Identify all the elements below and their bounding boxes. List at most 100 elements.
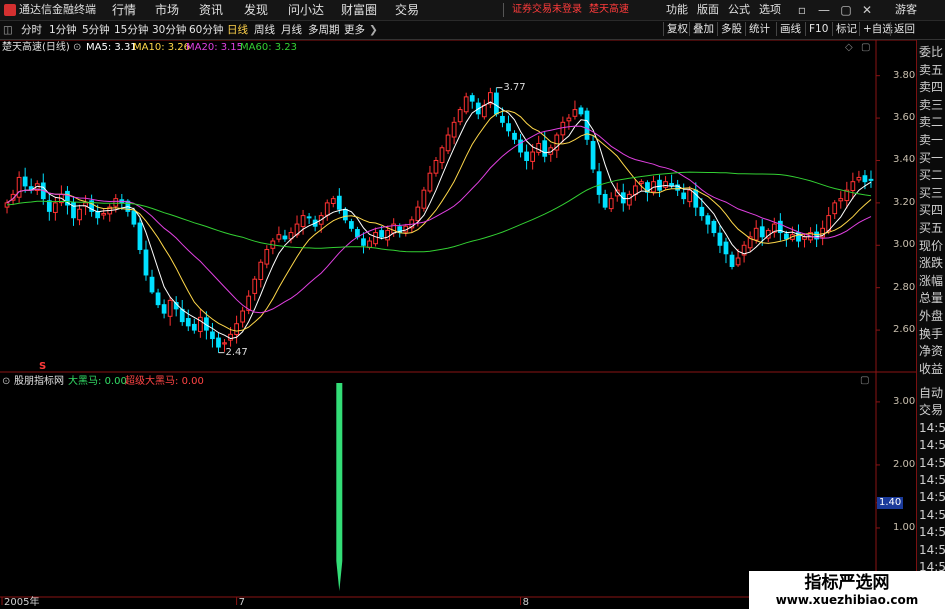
candle[interactable] xyxy=(349,218,354,232)
candle[interactable] xyxy=(802,233,807,248)
candle[interactable] xyxy=(711,219,717,237)
candle[interactable] xyxy=(632,179,638,201)
candle[interactable] xyxy=(210,322,215,348)
candle[interactable] xyxy=(868,170,874,188)
tab-period-30min[interactable]: 30分钟 xyxy=(152,23,186,37)
candle[interactable] xyxy=(167,296,173,326)
candle[interactable] xyxy=(814,224,819,248)
candle[interactable] xyxy=(22,167,28,193)
candle[interactable] xyxy=(512,130,517,145)
candle[interactable] xyxy=(246,290,252,315)
candle[interactable] xyxy=(548,144,554,162)
candle[interactable] xyxy=(771,217,777,238)
tab-period-60min[interactable]: 60分钟 xyxy=(189,23,223,37)
candle[interactable] xyxy=(796,224,801,248)
tab-period-15min[interactable]: 15分钟 xyxy=(114,23,148,37)
candle[interactable] xyxy=(681,183,687,205)
candle[interactable] xyxy=(536,135,542,156)
indicator-settings-icon[interactable]: ⊙ xyxy=(2,376,10,388)
button-overlay[interactable]: 叠加 xyxy=(689,22,714,36)
candle[interactable] xyxy=(155,288,161,308)
candle[interactable] xyxy=(107,203,113,222)
candle[interactable] xyxy=(469,92,475,109)
menu-formula[interactable]: 公式 xyxy=(728,3,750,17)
candle[interactable] xyxy=(306,213,312,224)
maximize-icon[interactable]: ▢ xyxy=(839,2,853,18)
candle[interactable] xyxy=(101,208,107,220)
candle[interactable] xyxy=(705,212,711,234)
restore-icon[interactable]: ▫ xyxy=(795,2,809,18)
auto-trade-label[interactable]: 交易 xyxy=(919,402,945,418)
candle[interactable] xyxy=(457,106,463,126)
sidebar-toggle-icon[interactable]: ◫ xyxy=(3,23,13,37)
candle[interactable] xyxy=(161,299,167,319)
candle[interactable] xyxy=(777,213,783,241)
menu-item-news[interactable]: 资讯 xyxy=(199,2,223,18)
candle[interactable] xyxy=(89,194,94,217)
candle[interactable] xyxy=(524,144,529,170)
candle[interactable] xyxy=(584,107,590,146)
menu-item-quotes[interactable]: 行情 xyxy=(112,2,136,18)
candle[interactable] xyxy=(258,259,264,288)
candle[interactable] xyxy=(276,226,282,243)
candle[interactable] xyxy=(59,185,64,207)
candle[interactable] xyxy=(330,195,336,208)
tab-period-more[interactable]: 更多 xyxy=(344,23,365,37)
candle[interactable] xyxy=(324,199,330,221)
candle[interactable] xyxy=(439,145,445,170)
candle[interactable] xyxy=(264,245,270,269)
candle[interactable] xyxy=(626,190,632,210)
candle[interactable] xyxy=(608,192,614,212)
button-f10[interactable]: F10 xyxy=(805,22,828,36)
candle[interactable] xyxy=(433,156,439,177)
candle[interactable] xyxy=(494,87,499,117)
button-adjust[interactable]: 复权 xyxy=(663,22,688,36)
tab-period-1min[interactable]: 1分钟 xyxy=(49,23,77,37)
menu-item-market[interactable]: 市场 xyxy=(155,2,179,18)
tab-period-fenshi[interactable]: 分时 xyxy=(21,23,42,37)
candle[interactable] xyxy=(240,306,246,328)
button-stats[interactable]: 统计 xyxy=(745,22,770,36)
candle[interactable] xyxy=(518,134,523,158)
candle[interactable] xyxy=(179,299,185,326)
candle[interactable] xyxy=(741,241,747,263)
candle[interactable] xyxy=(427,165,433,194)
candle[interactable] xyxy=(282,229,288,242)
candle[interactable] xyxy=(191,318,197,334)
login-alert[interactable]: 证券交易未登录 xyxy=(512,3,582,17)
minimize-icon[interactable]: — xyxy=(817,2,831,18)
menu-item-wealth[interactable]: 财富圈 xyxy=(341,2,377,18)
candle[interactable] xyxy=(729,251,735,270)
candle[interactable] xyxy=(578,105,584,117)
candle[interactable] xyxy=(481,99,487,120)
candle[interactable] xyxy=(46,192,52,221)
button-add-favorite[interactable]: +自选 xyxy=(859,22,893,36)
tab-period-5min[interactable]: 5分钟 xyxy=(82,23,110,37)
button-back[interactable]: 返回 xyxy=(890,22,915,36)
candle[interactable] xyxy=(71,196,76,226)
tab-period-daily[interactable]: 日线 xyxy=(227,23,248,37)
candle[interactable] xyxy=(77,204,82,226)
menu-item-discover[interactable]: 发现 xyxy=(244,2,268,18)
candle[interactable] xyxy=(28,178,34,194)
candle[interactable] xyxy=(421,186,427,212)
candle[interactable] xyxy=(487,87,493,109)
candle[interactable] xyxy=(856,170,862,183)
candle[interactable] xyxy=(143,240,149,281)
menu-item-ask[interactable]: 问小达 xyxy=(288,2,324,18)
candle[interactable] xyxy=(693,182,699,217)
candle[interactable] xyxy=(506,115,511,137)
auto-trade-label[interactable]: 自动 xyxy=(919,385,945,401)
candle[interactable] xyxy=(602,189,608,210)
candle[interactable] xyxy=(596,163,602,204)
candle[interactable] xyxy=(197,309,203,338)
menu-options[interactable]: 选项 xyxy=(759,3,781,17)
guest-label[interactable]: 游客 xyxy=(895,3,917,17)
tab-period-weekly[interactable]: 周线 xyxy=(254,23,275,37)
candle[interactable] xyxy=(149,269,155,295)
tab-period-multi[interactable]: 多周期 xyxy=(308,23,340,37)
button-multi-stock[interactable]: 多股 xyxy=(717,22,742,36)
button-draw[interactable]: 画线 xyxy=(776,22,801,36)
signal-bar[interactable] xyxy=(336,383,343,561)
candle[interactable] xyxy=(451,116,457,145)
